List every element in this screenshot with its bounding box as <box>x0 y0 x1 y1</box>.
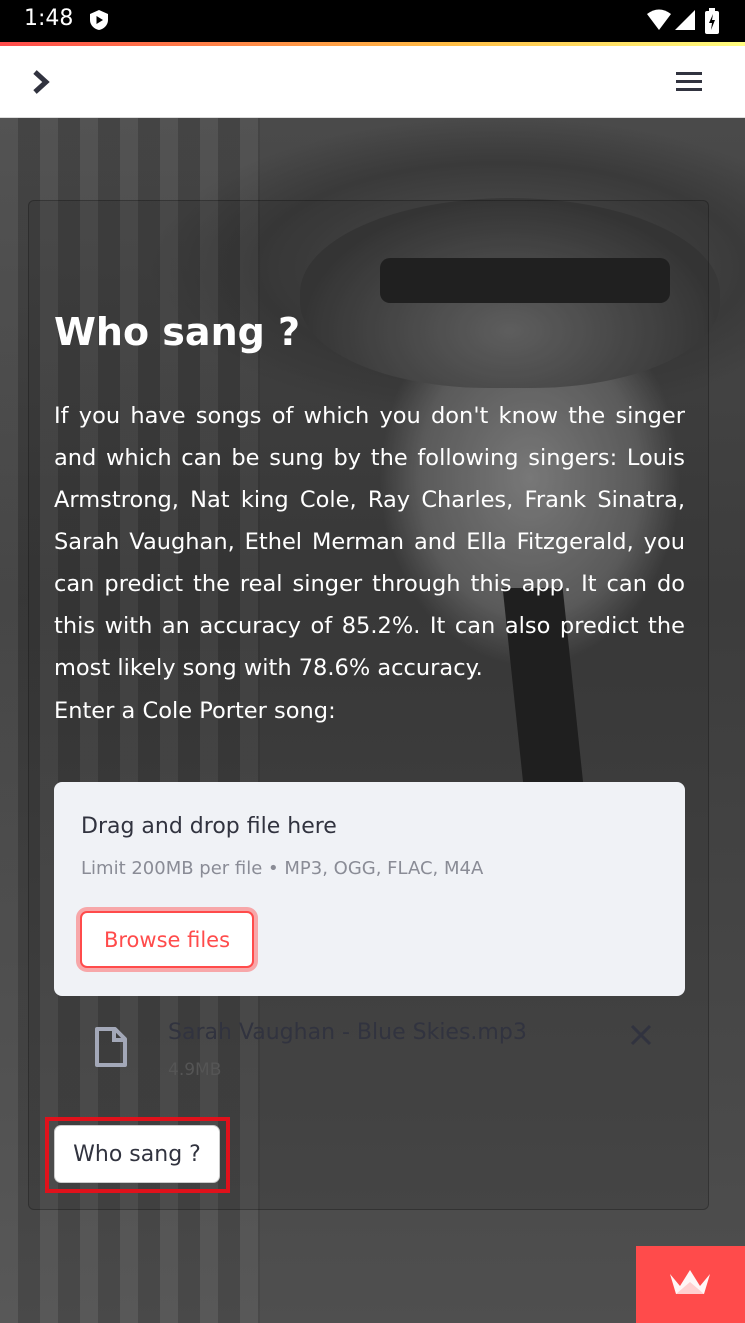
hamburger-menu-icon[interactable] <box>674 68 704 96</box>
page-title: Who sang ? <box>54 310 301 354</box>
file-dropzone[interactable]: Drag and drop file here Limit 200MB per … <box>54 782 685 996</box>
who-sang-button[interactable]: Who sang ? <box>54 1125 220 1183</box>
streamlit-badge[interactable] <box>636 1246 745 1323</box>
signal-icon <box>674 9 696 35</box>
battery-icon <box>705 8 719 38</box>
app-header <box>0 46 745 118</box>
dropzone-limit: Limit 200MB per file • MP3, OGG, FLAC, M… <box>81 858 484 879</box>
uploaded-file-row: Sarah Vaughan - Blue Skies.mp3 4.9MB <box>54 1012 685 1092</box>
upload-prompt: Enter a Cole Porter song: <box>54 698 336 724</box>
browse-files-button[interactable]: Browse files <box>80 911 254 968</box>
play-protect-icon <box>88 9 110 31</box>
chevron-right-icon[interactable] <box>28 68 56 96</box>
file-name: Sarah Vaughan - Blue Skies.mp3 <box>168 1020 527 1045</box>
streamlit-crown-icon <box>670 1270 710 1294</box>
status-time: 1:48 <box>24 6 74 31</box>
dropzone-title: Drag and drop file here <box>81 814 337 839</box>
close-icon[interactable] <box>628 1022 654 1048</box>
wifi-icon <box>646 9 672 35</box>
file-icon <box>94 1026 128 1072</box>
description-text: If you have songs of which you don't kno… <box>54 403 685 681</box>
status-bar: 1:48 <box>0 0 745 42</box>
file-size: 4.9MB <box>168 1060 222 1080</box>
